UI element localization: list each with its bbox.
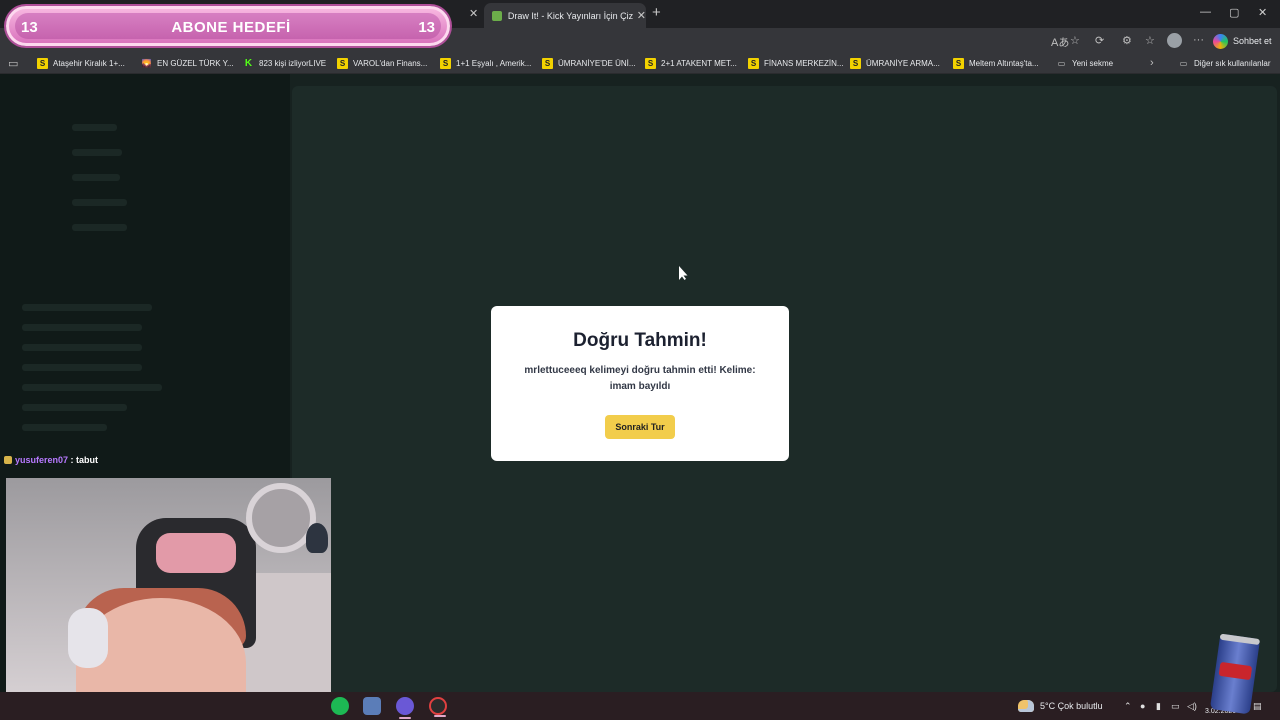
tab-title: Draw It! - Kick Yayınları İçin Çizim Oyu… bbox=[507, 10, 633, 21]
chat-row-blurred bbox=[22, 324, 142, 331]
player-row-blurred bbox=[72, 199, 127, 206]
draw-it-favicon-icon bbox=[492, 10, 502, 21]
bookmark-s-icon: S bbox=[542, 58, 553, 69]
chat-row-blurred bbox=[22, 304, 152, 311]
bookmarks-bar: ▭ S Ataşehir Kiralık 1+... 🌄 EN GÜZEL TÜRK… bbox=[0, 54, 1280, 74]
player-row-blurred bbox=[72, 124, 117, 131]
network-icon[interactable]: ▭ bbox=[1171, 701, 1180, 712]
dialog-title: Doğru Tahmin! bbox=[573, 330, 707, 351]
headset bbox=[68, 608, 108, 668]
tray-expand-icon[interactable]: ⌃ bbox=[1124, 701, 1132, 712]
notifications-icon[interactable]: ▤ bbox=[1253, 701, 1262, 712]
weather-widget[interactable]: 5°C Çok bulutlu bbox=[1018, 700, 1103, 712]
tray-app-icon[interactable]: ● bbox=[1140, 701, 1145, 711]
chat-row-blurred bbox=[22, 424, 107, 431]
read-aloud-icon[interactable]: Aあ bbox=[1051, 34, 1069, 50]
more-menu-icon[interactable]: ··· bbox=[1193, 34, 1204, 46]
bookmark-item[interactable]: S FİNANS MERKEZİN... bbox=[748, 58, 844, 69]
dialog-message: mrlettuceeeq kelimeyi doğru tahmin etti!… bbox=[524, 365, 756, 392]
chat-text: : tabut bbox=[68, 455, 99, 465]
bookmark-item[interactable]: S 2+1 ATAKENT MET... bbox=[645, 58, 737, 69]
maximize-button[interactable]: ▢ bbox=[1229, 6, 1239, 19]
bookmark-item[interactable]: S ÜMRANİYE'DE ÜNİ... bbox=[542, 58, 636, 69]
bookmark-s-icon: S bbox=[440, 58, 451, 69]
bookmark-s-icon: S bbox=[645, 58, 656, 69]
chair-pillow bbox=[156, 533, 236, 573]
player-row-blurred bbox=[72, 174, 120, 181]
close-window-button[interactable]: ✕ bbox=[1258, 6, 1267, 19]
new-tab-button[interactable]: + bbox=[652, 4, 661, 21]
subscriber-badge-icon bbox=[4, 456, 12, 464]
chat-row-blurred bbox=[22, 344, 142, 351]
streamer-webcam bbox=[6, 478, 331, 692]
profile-avatar[interactable] bbox=[1167, 33, 1182, 48]
chat-row-blurred bbox=[22, 384, 162, 391]
bookmark-s-icon: S bbox=[748, 58, 759, 69]
extensions-icon[interactable]: ⚙ bbox=[1122, 34, 1132, 47]
figurine bbox=[306, 523, 328, 553]
copilot-icon bbox=[1213, 33, 1228, 49]
next-round-button[interactable]: Sonraki Tur bbox=[605, 415, 675, 439]
bookmark-item[interactable]: ▭ Yeni sekme bbox=[1056, 58, 1113, 69]
inactive-tab-close-icon[interactable]: ✕ bbox=[469, 7, 478, 20]
goal-title: ABONE HEDEFİ bbox=[171, 19, 291, 36]
player-row-blurred bbox=[72, 149, 122, 156]
discord-icon[interactable] bbox=[396, 697, 414, 719]
refresh-extension-icon[interactable]: ⟳ bbox=[1095, 34, 1104, 47]
microphone-tray-icon[interactable]: ▮ bbox=[1156, 701, 1161, 712]
bookmark-item[interactable]: K 823 kişi izliyorLIVE bbox=[243, 58, 326, 69]
copilot-button[interactable]: Sohbet et bbox=[1213, 32, 1272, 50]
bookmark-kick-icon: K bbox=[244, 58, 253, 69]
sidebar-toggle-icon[interactable]: ▭ bbox=[8, 57, 18, 70]
spotify-icon[interactable] bbox=[331, 697, 349, 715]
favorite-star-icon[interactable]: ☆ bbox=[1070, 34, 1080, 47]
minimize-button[interactable]: — bbox=[1200, 6, 1211, 18]
chat-message: yusuferen07 : tabut bbox=[4, 455, 98, 465]
bookmark-item[interactable]: S 1+1 Eşyalı , Amerik... bbox=[440, 58, 531, 69]
folder-icon: ▭ bbox=[1179, 59, 1188, 68]
volume-icon[interactable]: ◁) bbox=[1187, 701, 1197, 712]
bookmark-item[interactable]: S VAROL'dan Finans... bbox=[337, 58, 427, 69]
bookmark-item[interactable]: 🌄 EN GÜZEL TÜRK Y... bbox=[141, 58, 234, 69]
chat-username: yusuferen07 bbox=[15, 455, 69, 465]
obs-icon[interactable] bbox=[429, 697, 447, 717]
other-bookmarks-folder[interactable]: ▭ Diğer sık kullanılanlar bbox=[1178, 58, 1271, 69]
bookmark-s-icon: S bbox=[37, 58, 48, 69]
bookmark-item[interactable]: S Meltem Altıntaş'ta... bbox=[953, 58, 1039, 69]
bookmark-s-icon: S bbox=[953, 58, 964, 69]
new-tab-page-icon: ▭ bbox=[1057, 59, 1066, 68]
tab-draw-it[interactable]: Draw It! - Kick Yayınları İçin Çizim Oyu… bbox=[484, 3, 646, 28]
player-row-blurred bbox=[72, 224, 127, 231]
chevron-right-icon[interactable]: › bbox=[1150, 57, 1154, 69]
favorites-icon[interactable]: ☆ bbox=[1145, 34, 1155, 47]
windows-taskbar: 5°C Çok bulutlu ⌃ ● ▮ ▭ ◁) 19: 3.02.2026… bbox=[0, 692, 1280, 720]
correct-guess-dialog: Doğru Tahmin! mrlettuceeeq kelimeyi doğr… bbox=[491, 306, 789, 461]
cloudy-weather-icon bbox=[1018, 700, 1034, 712]
chat-row-blurred bbox=[22, 364, 142, 371]
bookmark-item[interactable]: S Ataşehir Kiralık 1+... bbox=[37, 58, 125, 69]
chat-row-blurred bbox=[22, 404, 127, 411]
bookmark-s-icon: S bbox=[337, 58, 348, 69]
weather-text: 5°C Çok bulutlu bbox=[1040, 701, 1103, 711]
copilot-label: Sohbet et bbox=[1233, 36, 1272, 46]
app-launcher-icon[interactable] bbox=[363, 697, 381, 715]
subscriber-goal-overlay: 13 ABONE HEDEFİ 13 bbox=[6, 6, 450, 46]
bookmark-s-icon: S bbox=[850, 58, 861, 69]
tab-close-icon[interactable]: ✕ bbox=[637, 9, 646, 22]
goal-target-count: 13 bbox=[418, 19, 435, 36]
bookmark-item[interactable]: S ÜMRANİYE ARMA... bbox=[850, 58, 940, 69]
bookmark-image-icon: 🌄 bbox=[141, 59, 152, 68]
